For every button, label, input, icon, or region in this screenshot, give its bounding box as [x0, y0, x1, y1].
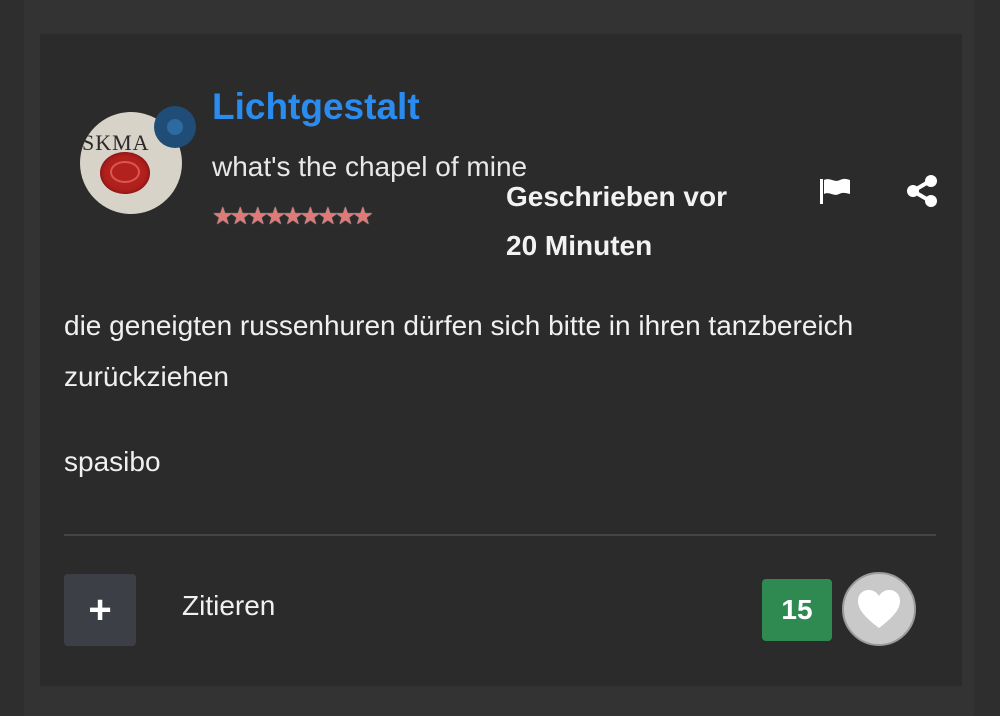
like-button[interactable]	[842, 572, 916, 646]
wax-seal-image	[100, 152, 150, 194]
badge-dot	[167, 119, 183, 135]
quote-button[interactable]: Zitieren	[182, 590, 275, 622]
right-gutter	[974, 0, 1000, 716]
post-paragraph: spasibo	[64, 446, 161, 477]
like-count-badge[interactable]: 15	[762, 579, 832, 641]
heart-icon	[858, 590, 900, 628]
posted-label: Geschrieben vor	[506, 181, 727, 212]
avatar-logo-text: SKMA	[82, 130, 150, 155]
flag-icon[interactable]	[816, 176, 854, 206]
multiquote-plus-button[interactable]: +	[64, 574, 136, 646]
divider	[64, 534, 936, 536]
post-timestamp[interactable]: Geschrieben vor 20 Minuten	[506, 172, 786, 270]
posted-time: 20 Minuten	[506, 230, 653, 261]
rank-stars-icon: ★★★★★★★★★	[212, 203, 374, 230]
post-paragraph: die geneigten russenhuren dürfen sich bi…	[64, 310, 854, 392]
page-frame: SKMA Lichtgestalt what's the chapel of m…	[0, 0, 1000, 716]
share-icon[interactable]	[904, 174, 940, 208]
user-badge-icon	[154, 106, 196, 148]
author-name[interactable]: Lichtgestalt	[212, 86, 420, 128]
post-content: die geneigten russenhuren dürfen sich bi…	[64, 300, 934, 487]
author-tagline: what's the chapel of mine	[212, 151, 528, 182]
wax-seal-emblem	[110, 161, 140, 183]
left-gutter	[0, 0, 24, 716]
forum-post: SKMA Lichtgestalt what's the chapel of m…	[40, 34, 962, 686]
